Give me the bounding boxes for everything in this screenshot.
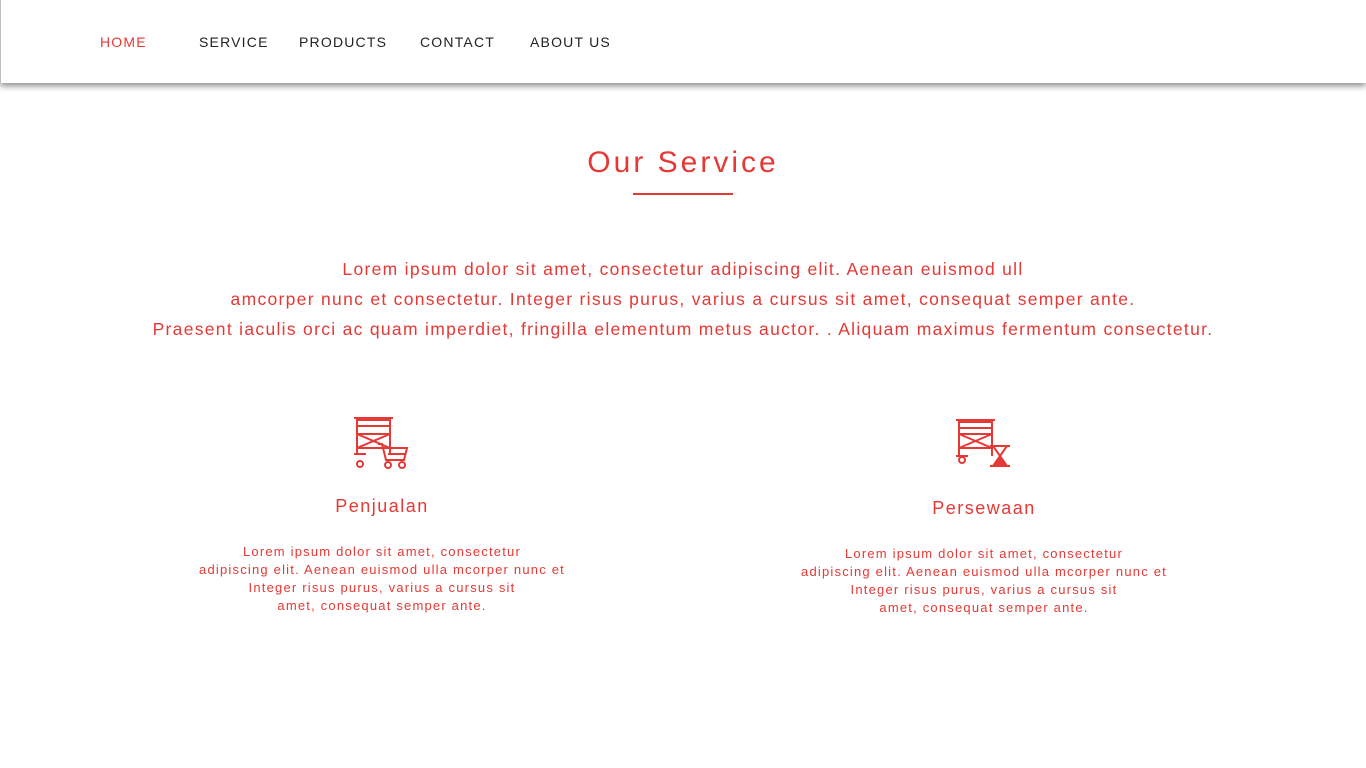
nav-home-link[interactable]: HOME bbox=[100, 34, 147, 50]
description-line: adipiscing elit. Aenean euismod ulla mco… bbox=[801, 564, 1167, 579]
service-title: Penjualan bbox=[335, 496, 429, 516]
description-line: amet, consequat semper ante. bbox=[879, 600, 1089, 615]
service-card-penjualan: Penjualan Lorem ipsum dolor sit amet, co… bbox=[162, 414, 602, 615]
nav-contact-link[interactable]: CONTACT bbox=[420, 34, 495, 50]
description-line: Integer risus purus, varius a cursus sit bbox=[850, 582, 1118, 597]
nav-service-link[interactable]: SERVICE bbox=[199, 34, 269, 50]
top-navbar: HOME SERVICE PRODUCTS CONTACT ABOUT US bbox=[0, 0, 1366, 83]
nav-about-us-link[interactable]: ABOUT US bbox=[530, 34, 611, 50]
description-line: Lorem ipsum dolor sit amet, consectetur bbox=[242, 544, 521, 559]
nav-products-link[interactable]: PRODUCTS bbox=[299, 34, 387, 50]
description-line: amet, consequat semper ante. bbox=[277, 598, 487, 613]
service-description: Lorem ipsum dolor sit amet, consectetur … bbox=[764, 545, 1204, 617]
service-title: Persewaan bbox=[932, 498, 1036, 518]
intro-line: Lorem ipsum dolor sit amet, consectetur … bbox=[342, 259, 1024, 279]
scaffolding-hourglass-icon bbox=[956, 419, 1010, 467]
service-card-persewaan: Persewaan Lorem ipsum dolor sit amet, co… bbox=[764, 416, 1204, 617]
service-description: Lorem ipsum dolor sit amet, consectetur … bbox=[162, 543, 602, 615]
section-title: Our Service bbox=[587, 146, 779, 179]
scaffolding-cart-icon bbox=[354, 417, 409, 469]
description-line: Lorem ipsum dolor sit amet, consectetur bbox=[844, 546, 1123, 561]
title-underline-divider bbox=[633, 193, 733, 195]
intro-line: Praesent iaculis orci ac quam imperdiet,… bbox=[152, 319, 1214, 339]
intro-line: amcorper nunc et consectetur. Integer ri… bbox=[230, 289, 1136, 309]
description-line: Integer risus purus, varius a cursus sit bbox=[248, 580, 516, 595]
section-intro: Lorem ipsum dolor sit amet, consectetur … bbox=[0, 254, 1366, 344]
description-line: adipiscing elit. Aenean euismod ulla mco… bbox=[199, 562, 565, 577]
